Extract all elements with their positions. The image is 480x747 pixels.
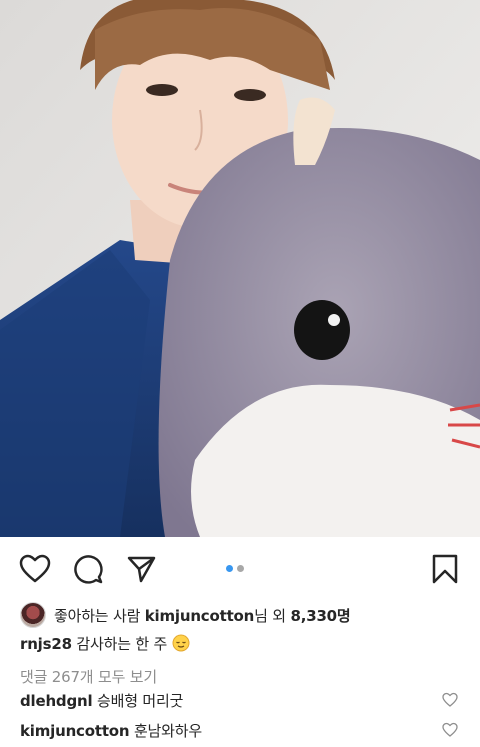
likes-suffix: 님 외 (254, 606, 291, 625)
share-button[interactable] (123, 551, 159, 587)
likes-count[interactable]: 8,330명 (290, 607, 350, 625)
save-button[interactable] (427, 551, 463, 587)
caption: rnjs28 감사하는 한 주 (20, 633, 190, 654)
avatar[interactable] (20, 602, 46, 628)
comment-username[interactable]: kimjuncotton (20, 722, 130, 740)
comment-icon (74, 555, 103, 584)
liker-username[interactable]: kimjuncotton (145, 607, 255, 625)
comment-item: dlehdgnl 승배형 머리굿 (20, 690, 183, 711)
comment-button[interactable] (70, 551, 106, 587)
carousel-dot (226, 565, 233, 572)
bookmark-icon (432, 554, 458, 584)
likes-text: 좋아하는 사람 kimjuncotton님 외 8,330명 (54, 605, 351, 626)
caption-username[interactable]: rnjs28 (20, 635, 72, 653)
view-all-comments-link[interactable]: 댓글 267개 모두 보기 (20, 666, 157, 687)
likes-prefix: 좋아하는 사람 (54, 606, 145, 625)
likes-row[interactable]: 좋아하는 사람 kimjuncotton님 외 8,330명 (0, 599, 480, 631)
relieved-face-icon (172, 634, 190, 652)
like-button[interactable] (17, 551, 53, 587)
send-icon (127, 556, 156, 583)
carousel-indicator (226, 565, 244, 572)
comment-text: 승배형 머리굿 (92, 692, 184, 710)
comment-text: 훈남와하우 (129, 722, 202, 740)
comment-like-icon[interactable] (442, 692, 458, 708)
comment-username[interactable]: dlehdgnl (20, 692, 93, 710)
action-bar (0, 537, 480, 599)
comment-like-icon[interactable] (442, 722, 458, 738)
post-photo[interactable] (0, 0, 480, 537)
heart-icon (19, 554, 51, 583)
comment-item: kimjuncotton 훈남와하우 (20, 720, 202, 741)
carousel-dot (237, 565, 244, 572)
post-image (0, 0, 480, 537)
caption-text: 감사하는 한 주 (71, 635, 172, 653)
